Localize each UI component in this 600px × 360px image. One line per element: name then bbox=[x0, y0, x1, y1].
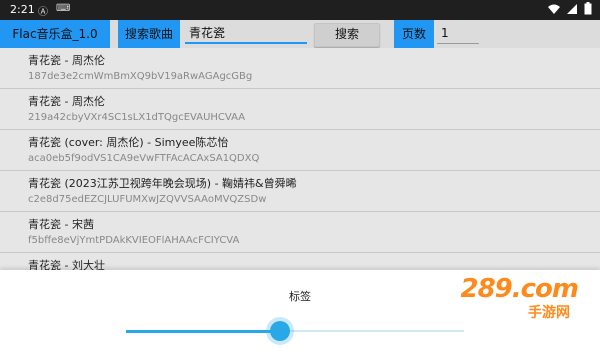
song-list: 青花瓷 - 周杰伦 187de3e2cmWmBmXQ9bV19aRwAGAgcG… bbox=[0, 48, 600, 270]
slider-track-active[interactable] bbox=[126, 330, 280, 333]
battery-icon bbox=[584, 2, 592, 15]
page-number-input[interactable] bbox=[437, 22, 479, 44]
song-title: 青花瓷 - 刘大壮 bbox=[28, 259, 105, 270]
search-input[interactable] bbox=[185, 22, 307, 44]
song-id: aca0eb5f9odVS1CA9eVwFTFAcACAxSA1QDXQ bbox=[28, 153, 260, 164]
song-title: 青花瓷 (cover: 周杰伦) - Simyee陈芯怡 bbox=[28, 136, 229, 149]
song-title: 青花瓷 - 周杰伦 bbox=[28, 54, 105, 67]
app-title: Flac音乐盒_1.0 bbox=[0, 20, 110, 48]
song-title: 青花瓷 (2023江苏卫视跨年晚会现场) - 鞠婧祎&曾舜晞 bbox=[28, 177, 297, 190]
song-id: c2e8d75edEZCJLUFUMXwJZQVVSAAoMVQZSDw bbox=[28, 194, 267, 205]
song-title: 青花瓷 - 周杰伦 bbox=[28, 95, 105, 108]
signal-icon bbox=[567, 3, 577, 14]
status-bar: 2:21 Ⓐ ⌨ bbox=[0, 0, 600, 20]
song-title: 青花瓷 - 宋茜 bbox=[28, 218, 94, 231]
song-list-item[interactable]: 青花瓷 - 周杰伦 187de3e2cmWmBmXQ9bV19aRwAGAgcG… bbox=[0, 48, 600, 89]
song-id: 187de3e2cmWmBmXQ9bV19aRwAGAgcGBg bbox=[28, 71, 253, 82]
toolbar: Flac音乐盒_1.0 搜索歌曲 搜索 页数 bbox=[0, 20, 600, 48]
song-list-item[interactable]: 青花瓷 (cover: 周杰伦) - Simyee陈芯怡 aca0eb5f9od… bbox=[0, 130, 600, 171]
song-list-item[interactable]: 青花瓷 (2023江苏卫视跨年晚会现场) - 鞠婧祎&曾舜晞 c2e8d75ed… bbox=[0, 171, 600, 212]
song-id: f5bffe8eVjYmtPDAkKVIEOFlAHAAcFCIYCVA bbox=[28, 235, 240, 246]
notification-a-icon: Ⓐ bbox=[38, 7, 48, 18]
song-id: 219a42cbyVXr4SC1sLX1dTQgcEVAUHCVAA bbox=[28, 112, 246, 123]
slider-track[interactable] bbox=[280, 330, 464, 332]
song-list-item[interactable]: 青花瓷 - 周杰伦 219a42cbyVXr4SC1sLX1dTQgcEVAUH… bbox=[0, 89, 600, 130]
song-list-item[interactable]: 青花瓷 - 刘大壮 bbox=[0, 253, 600, 270]
status-right-icons bbox=[548, 2, 592, 15]
watermark-subtitle: 手游网 bbox=[528, 305, 570, 321]
slider-thumb[interactable] bbox=[270, 321, 290, 341]
keyboard-icon: ⌨ bbox=[56, 3, 71, 14]
song-list-item[interactable]: 青花瓷 - 宋茜 f5bffe8eVjYmtPDAkKVIEOFlAHAAcFC… bbox=[0, 212, 600, 253]
status-time: 2:21 bbox=[10, 3, 35, 16]
search-label: 搜索歌曲 bbox=[118, 20, 180, 48]
watermark-logo: 289.com bbox=[460, 274, 579, 304]
search-button[interactable]: 搜索 bbox=[314, 23, 380, 47]
wifi-icon bbox=[548, 4, 560, 14]
page-label: 页数 bbox=[394, 20, 434, 48]
